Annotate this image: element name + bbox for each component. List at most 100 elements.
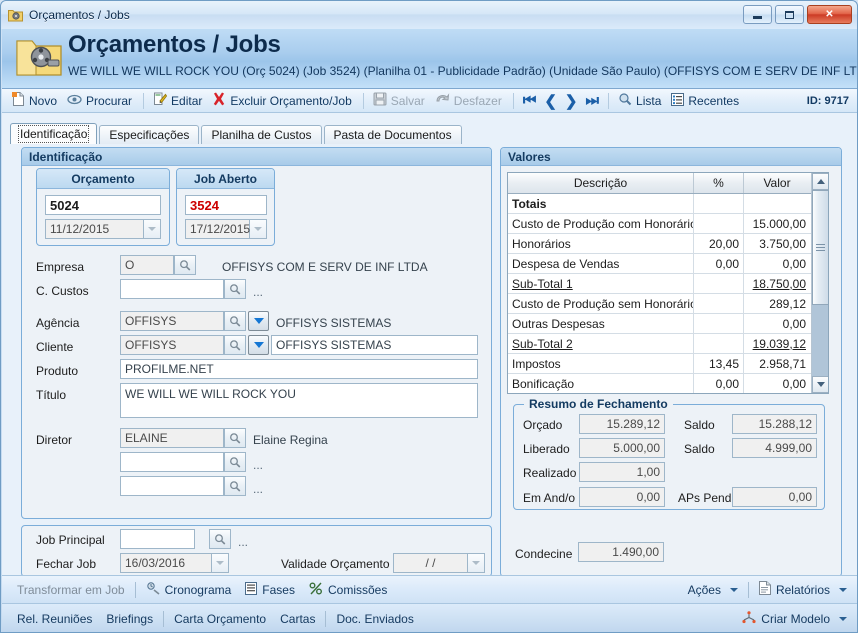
table-row[interactable]: Impostos 13,45 2.958,71 xyxy=(508,354,828,374)
nav-last-button[interactable]: ⏭ xyxy=(582,92,604,109)
excluir-button[interactable]: Excluir Orçamento/Job xyxy=(208,91,357,111)
page-subtitle: WE WILL WE WILL ROCK YOU (Orç 5024) (Job… xyxy=(68,64,858,78)
diretor-input[interactable]: ELAINE xyxy=(120,428,224,448)
comissoes-button[interactable]: Comissões xyxy=(302,579,394,601)
orcamento-date-input[interactable]: 11/12/2015 xyxy=(45,219,144,239)
chevron-down-icon[interactable] xyxy=(144,219,161,239)
table-row[interactable]: Outras Despesas 0,00 xyxy=(508,314,828,334)
table-row[interactable]: Custo de Produção sem Honorários 289,12 xyxy=(508,294,828,314)
job-principal-lookup-button[interactable] xyxy=(209,529,231,549)
cell-valor: 18.750,00 xyxy=(744,274,810,293)
table-row[interactable]: Bonificação 0,00 0,00 xyxy=(508,374,828,393)
ccustos-lookup-button[interactable] xyxy=(224,279,246,299)
tab-pasta-de-documentos[interactable]: Pasta de Documentos xyxy=(323,125,462,144)
column-header-descricao[interactable]: Descrição xyxy=(508,173,694,193)
carta-orcamento-button[interactable]: Carta Orçamento xyxy=(167,608,273,630)
agencia-input[interactable]: OFFISYS xyxy=(120,311,224,331)
close-button[interactable]: ✕ xyxy=(807,5,852,24)
briefings-button[interactable]: Briefings xyxy=(99,608,160,630)
magnifier-icon xyxy=(230,432,241,444)
nav-next-button[interactable]: ❯ xyxy=(561,92,582,110)
diretor-lookup-button[interactable] xyxy=(224,428,246,448)
transformar-em-job-button[interactable]: Transformar em Job xyxy=(10,579,132,601)
column-header-valor[interactable]: Valor xyxy=(744,173,810,193)
empresa-input[interactable]: O xyxy=(120,255,174,275)
job-aberto-date-input[interactable]: 17/12/2015 xyxy=(185,219,250,239)
cliente-input[interactable]: OFFISYS xyxy=(120,335,224,355)
doc-enviados-button[interactable]: Doc. Enviados xyxy=(329,608,420,630)
empresa-lookup-button[interactable] xyxy=(174,255,196,275)
scroll-up-arrow-icon[interactable] xyxy=(812,173,828,190)
editar-button[interactable]: Editar xyxy=(149,91,208,111)
main-toolbar: Novo Procurar Editar Excluir Orçamento/J… xyxy=(2,89,857,113)
magnifier-icon xyxy=(230,480,241,492)
fechar-job-combo[interactable]: 16/03/2016 xyxy=(120,553,229,573)
tab-identificacao[interactable]: Identificação xyxy=(10,123,98,144)
cell-text: 3.750,00 xyxy=(759,236,806,251)
extra-person-1-input[interactable] xyxy=(120,452,224,472)
fases-label: Fases xyxy=(262,582,295,597)
produto-input[interactable]: PROFILME.NET xyxy=(120,359,478,379)
list-magnifier-icon xyxy=(618,92,632,109)
chevron-down-icon[interactable] xyxy=(212,553,229,573)
cronograma-button[interactable]: Cronograma xyxy=(139,579,239,601)
acoes-button[interactable]: Ações xyxy=(681,579,745,601)
fechar-job-input[interactable]: 16/03/2016 xyxy=(120,553,212,573)
rel-reunioes-button[interactable]: Rel. Reuniões xyxy=(10,608,99,630)
ccustos-input[interactable] xyxy=(120,279,224,299)
maximize-button[interactable] xyxy=(775,5,804,24)
table-row[interactable]: Sub-Total 2 19.039,12 xyxy=(508,334,828,354)
nav-first-button[interactable]: ⏮ xyxy=(519,92,541,109)
produto-label: Produto xyxy=(36,364,79,378)
validade-orcamento-input[interactable]: / / xyxy=(393,553,468,573)
agencia-lookup-button[interactable] xyxy=(224,311,246,331)
content-area: Identificação Especificações Planilha de… xyxy=(2,113,857,577)
nav-prev-button[interactable]: ❮ xyxy=(540,92,561,110)
table-row[interactable]: Sub-Total 1 18.750,00 xyxy=(508,274,828,294)
fases-button[interactable]: Fases xyxy=(238,579,302,601)
validade-orcamento-combo[interactable]: / / xyxy=(393,553,485,573)
recentes-button[interactable]: Recentes xyxy=(667,91,745,111)
desfazer-button[interactable]: Desfazer xyxy=(431,91,508,111)
cartas-button[interactable]: Cartas xyxy=(273,608,322,630)
tab-especificacoes[interactable]: Especificações xyxy=(99,125,200,144)
lista-button[interactable]: Lista xyxy=(614,91,667,111)
cell-descricao: Sub-Total 2 xyxy=(508,334,694,353)
cliente-dropdown-button[interactable] xyxy=(248,335,269,355)
recent-list-icon xyxy=(671,92,685,109)
orcamento-date-combo[interactable]: 11/12/2015 xyxy=(45,219,161,239)
valores-table[interactable]: Descrição % Valor Totais Custo de Produçã… xyxy=(507,172,829,394)
table-row[interactable]: Totais xyxy=(508,194,828,214)
cell-valor: 0,00 xyxy=(744,314,810,333)
salvar-button[interactable]: Salvar xyxy=(369,91,431,111)
job-aberto-number-input[interactable]: 3524 xyxy=(185,195,267,215)
scrollbar-track[interactable] xyxy=(812,305,828,378)
extra-person-2-lookup-button[interactable] xyxy=(224,476,246,496)
relatorios-button[interactable]: Relatórios xyxy=(752,579,854,601)
chevron-down-icon[interactable] xyxy=(468,553,485,573)
job-aberto-date-combo[interactable]: 17/12/2015 xyxy=(185,219,267,239)
extra-person-1-lookup-button[interactable] xyxy=(224,452,246,472)
procurar-button[interactable]: Procurar xyxy=(63,91,138,111)
job-principal-input[interactable] xyxy=(120,529,195,549)
orcamento-number-input[interactable]: 5024 xyxy=(45,195,161,215)
scrollbar-thumb[interactable] xyxy=(812,190,828,305)
column-header-percent[interactable]: % xyxy=(694,173,744,193)
table-row[interactable]: Custo de Produção com Honorários 15.000,0… xyxy=(508,214,828,234)
tab-planilha-de-custos[interactable]: Planilha de Custos xyxy=(201,125,322,144)
extra-person-2-input[interactable] xyxy=(120,476,224,496)
agencia-dropdown-button[interactable] xyxy=(248,311,269,331)
cliente-lookup-button[interactable] xyxy=(224,335,246,355)
titulo-input[interactable]: WE WILL WE WILL ROCK YOU xyxy=(120,383,478,418)
criar-modelo-button[interactable]: Criar Modelo xyxy=(735,608,854,630)
cliente-description-input[interactable]: OFFISYS SISTEMAS xyxy=(271,335,478,355)
scroll-down-arrow-icon[interactable] xyxy=(812,376,828,393)
table-row[interactable]: Despesa de Vendas 0,00 0,00 xyxy=(508,254,828,274)
cell-text: 0,00 xyxy=(782,316,806,331)
valores-vertical-scrollbar[interactable] xyxy=(811,173,828,393)
scrollbar-grip-icon xyxy=(816,244,825,251)
minimize-button[interactable] xyxy=(743,5,772,24)
chevron-down-icon[interactable] xyxy=(250,219,267,239)
table-row[interactable]: Honorários 20,00 3.750,00 xyxy=(508,234,828,254)
novo-button[interactable]: Novo xyxy=(8,91,63,111)
